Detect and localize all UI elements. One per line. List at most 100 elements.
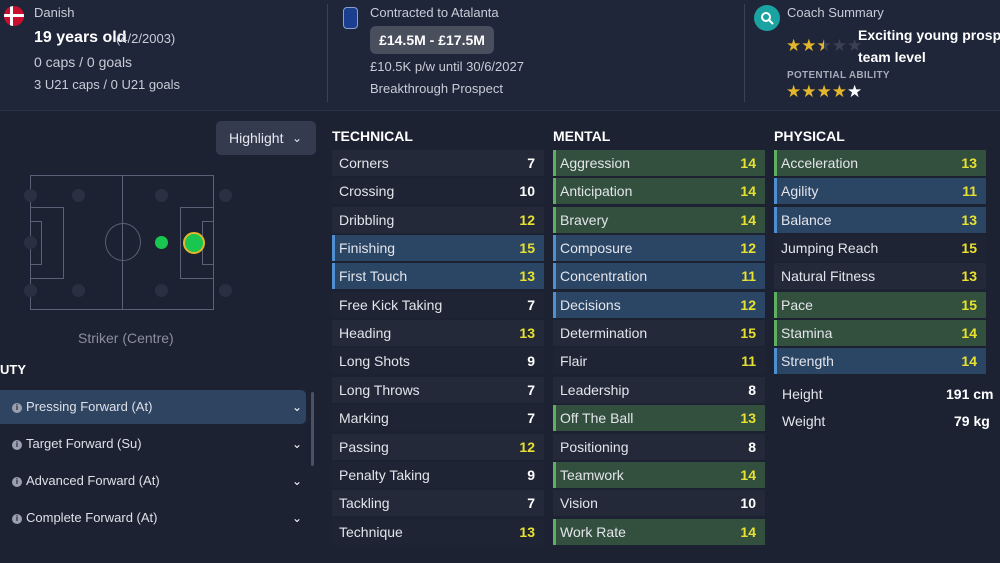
attribute-row[interactable]: Determination 15 bbox=[553, 320, 765, 347]
attribute-value: 15 bbox=[519, 240, 535, 257]
attribute-row[interactable]: Positioning 8 bbox=[553, 433, 765, 460]
transfer-value-badge[interactable]: £14.5M - £17.5M bbox=[370, 26, 494, 54]
attribute-value: 7 bbox=[527, 495, 535, 512]
height-label: Height bbox=[782, 386, 823, 402]
coach-summary-text-1: Exciting young prospect bbox=[858, 27, 1000, 43]
attribute-row[interactable]: Free Kick Taking 7 bbox=[332, 291, 544, 318]
attribute-name: Flair bbox=[560, 353, 588, 370]
attribute-row[interactable]: Jumping Reach 15 bbox=[774, 235, 986, 262]
attribute-row[interactable]: Off The Ball 13 bbox=[553, 405, 765, 432]
attribute-row[interactable]: Corners 7 bbox=[332, 150, 544, 176]
attribute-value: 7 bbox=[527, 155, 535, 171]
attribute-name: Marking bbox=[339, 410, 389, 427]
attribute-row[interactable]: Long Throws 7 bbox=[332, 376, 544, 403]
attribute-row[interactable]: Teamwork 14 bbox=[553, 461, 765, 488]
attribute-row[interactable]: Natural Fitness 13 bbox=[774, 263, 986, 290]
role-label: Complete Forward (At) bbox=[26, 510, 158, 525]
attribute-row[interactable]: Pace 15 bbox=[774, 291, 986, 318]
attribute-row[interactable]: First Touch 13 bbox=[332, 263, 544, 290]
info-icon[interactable]: i bbox=[12, 513, 22, 524]
attribute-row[interactable]: Aggression 14 bbox=[553, 150, 765, 176]
coach-summary-title: Coach Summary bbox=[787, 5, 884, 20]
attribute-value: 13 bbox=[740, 410, 756, 427]
attribute-row[interactable]: Acceleration 13 bbox=[774, 150, 986, 176]
attribute-row[interactable]: Dribbling 12 bbox=[332, 206, 544, 233]
highlight-dropdown[interactable]: Highlight ⌄ bbox=[216, 121, 316, 155]
attribute-row[interactable]: Concentration 11 bbox=[553, 263, 765, 290]
chevron-down-icon[interactable]: ⌄ bbox=[292, 464, 302, 498]
attribute-value: 12 bbox=[740, 240, 756, 257]
attribute-name: Jumping Reach bbox=[781, 240, 879, 257]
weight-value: 79 kg bbox=[954, 413, 990, 429]
duty-heading: UTY bbox=[0, 362, 26, 377]
attribute-value: 14 bbox=[740, 211, 756, 228]
natural-position-dot bbox=[183, 232, 205, 254]
info-icon[interactable]: i bbox=[12, 402, 22, 413]
attribute-name: Aggression bbox=[560, 155, 631, 171]
attribute-row[interactable]: Stamina 14 bbox=[774, 320, 986, 347]
attribute-name: Acceleration bbox=[781, 155, 859, 171]
attribute-name: Finishing bbox=[339, 240, 396, 257]
attribute-name: Determination bbox=[560, 325, 648, 342]
role-advanced-forward[interactable]: i Advanced Forward (At) ⌄ bbox=[0, 464, 306, 498]
attribute-row[interactable]: Composure 12 bbox=[553, 235, 765, 262]
chevron-down-icon[interactable]: ⌄ bbox=[292, 390, 302, 424]
attribute-row[interactable]: Leadership 8 bbox=[553, 376, 765, 403]
coach-summary-text-2: team level bbox=[858, 49, 926, 65]
attribute-row[interactable]: Decisions 12 bbox=[553, 291, 765, 318]
info-icon[interactable]: i bbox=[12, 439, 22, 450]
attribute-row[interactable]: Agility 11 bbox=[774, 178, 986, 205]
attribute-value: 9 bbox=[527, 466, 535, 483]
attribute-name: Strength bbox=[781, 353, 834, 370]
attribute-name: Off The Ball bbox=[560, 410, 634, 427]
attribute-row[interactable]: Marking 7 bbox=[332, 405, 544, 432]
chevron-down-icon[interactable]: ⌄ bbox=[292, 427, 302, 461]
attribute-name: Positioning bbox=[560, 438, 629, 455]
attribute-row[interactable]: Vision 10 bbox=[553, 490, 765, 517]
attribute-row[interactable]: Strength 14 bbox=[774, 348, 986, 375]
attribute-row[interactable]: Passing 12 bbox=[332, 433, 544, 460]
attribute-value: 13 bbox=[961, 155, 977, 171]
attribute-row[interactable]: Finishing 15 bbox=[332, 235, 544, 262]
info-icon[interactable]: i bbox=[12, 476, 22, 487]
attribute-row[interactable]: Crossing 10 bbox=[332, 178, 544, 205]
chevron-down-icon[interactable]: ⌄ bbox=[292, 501, 302, 535]
attribute-name: Stamina bbox=[781, 325, 833, 342]
attribute-name: Decisions bbox=[560, 296, 621, 313]
attribute-row[interactable]: Work Rate 14 bbox=[553, 518, 765, 545]
attribute-row[interactable]: Bravery 14 bbox=[553, 206, 765, 233]
attribute-value: 13 bbox=[519, 523, 535, 540]
search-icon[interactable] bbox=[754, 5, 780, 31]
attribute-name: Balance bbox=[781, 211, 832, 228]
attribute-row[interactable]: Anticipation 14 bbox=[553, 178, 765, 205]
attribute-row[interactable]: Balance 13 bbox=[774, 206, 986, 233]
age: 19 years old bbox=[34, 29, 127, 46]
attribute-name: Long Throws bbox=[339, 381, 420, 398]
role-pressing-forward[interactable]: i Pressing Forward (At) ⌄ bbox=[0, 390, 306, 424]
attribute-name: Natural Fitness bbox=[781, 268, 876, 285]
current-ability-stars: ★★★★★ bbox=[786, 36, 863, 55]
attribute-name: Crossing bbox=[339, 183, 395, 200]
highlight-label: Highlight bbox=[229, 130, 284, 146]
attribute-row[interactable]: Heading 13 bbox=[332, 320, 544, 347]
attribute-value: 14 bbox=[740, 523, 756, 540]
attribute-row[interactable]: Technique 13 bbox=[332, 518, 544, 545]
attribute-row[interactable]: Penalty Taking 9 bbox=[332, 461, 544, 488]
attribute-name: Technique bbox=[339, 523, 403, 540]
attribute-value: 7 bbox=[527, 296, 535, 313]
attribute-value: 14 bbox=[961, 353, 977, 370]
attribute-name: Corners bbox=[339, 155, 389, 171]
role-label: Pressing Forward (At) bbox=[26, 399, 153, 414]
potential-ability-label: POTENTIAL ABILITY bbox=[787, 70, 890, 81]
contract: Contracted to Atalanta bbox=[370, 5, 499, 20]
attribute-row[interactable]: Flair 11 bbox=[553, 348, 765, 375]
role-complete-forward[interactable]: i Complete Forward (At) ⌄ bbox=[0, 501, 306, 535]
status: Breakthrough Prospect bbox=[370, 81, 503, 96]
roles-scrollbar[interactable] bbox=[311, 392, 314, 466]
attribute-name: Leadership bbox=[560, 381, 630, 398]
role-target-forward[interactable]: i Target Forward (Su) ⌄ bbox=[0, 427, 306, 461]
attribute-row[interactable]: Tackling 7 bbox=[332, 490, 544, 517]
attribute-row[interactable]: Long Shots 9 bbox=[332, 348, 544, 375]
attribute-name: Heading bbox=[339, 325, 392, 342]
attribute-name: Agility bbox=[781, 183, 819, 200]
